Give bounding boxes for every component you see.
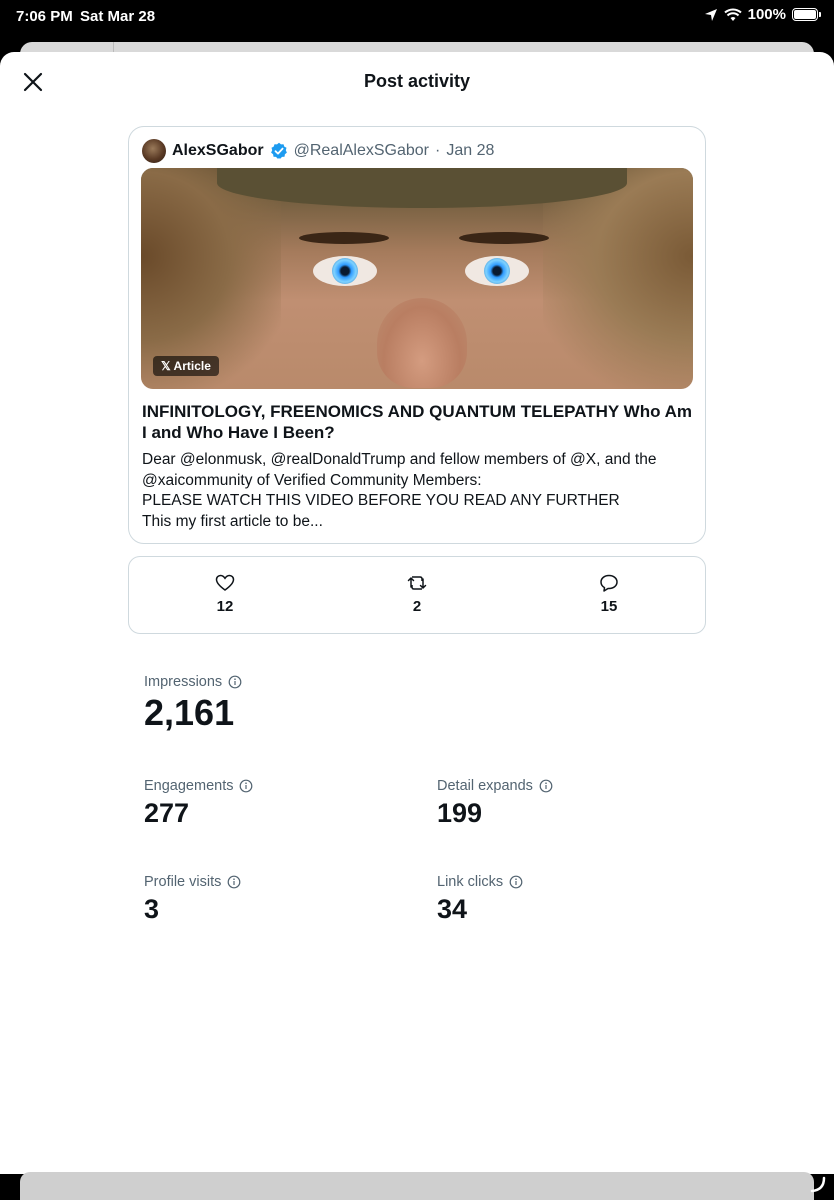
status-indicators: 100% [704, 6, 821, 23]
repost-icon [407, 576, 427, 590]
post-activity-modal: Post activity AlexSGabor @RealAlexSGabor… [0, 52, 834, 1174]
impressions-label: Impressions [144, 674, 242, 690]
engagement-summary: 12 2 15 [128, 556, 706, 634]
reposts-stat[interactable]: 2 [321, 557, 513, 633]
status-bar: 7:06 PM Sat Mar 28 100% [0, 0, 834, 34]
link-clicks-metric: Link clicks 34 [437, 874, 523, 925]
engagements-value: 277 [144, 798, 190, 828]
impressions-label-text: Impressions [144, 674, 223, 690]
post-card[interactable]: AlexSGabor @RealAlexSGabor · Jan 28 𝕏 Ar… [128, 126, 706, 544]
impressions-value: 2,161 [144, 692, 235, 733]
article-badge: 𝕏 Article [153, 356, 219, 376]
likes-count: 12 [216, 598, 234, 615]
replies-count: 15 [600, 598, 618, 615]
post-header: AlexSGabor @RealAlexSGabor · Jan 28 [142, 139, 494, 163]
info-icon[interactable] [509, 875, 523, 889]
preview-line: PLEASE WATCH THIS VIDEO BEFORE YOU READ … [142, 492, 620, 509]
engagements-label-text: Engagements [144, 778, 234, 794]
status-time: 7:06 PM [16, 8, 73, 25]
modal-header: Post activity [0, 52, 834, 112]
article-cover-image[interactable]: 𝕏 Article [141, 168, 693, 389]
location-arrow-icon [704, 8, 717, 21]
info-icon[interactable] [539, 779, 553, 793]
impressions-metric: Impressions 2,161 [144, 674, 242, 734]
detail-expands-metric: Detail expands 199 [437, 778, 553, 829]
engagements-metric: Engagements 277 [144, 778, 253, 829]
background-sheet-bottom [20, 1172, 814, 1200]
author-handle[interactable]: @RealAlexSGabor [294, 142, 429, 160]
link-clicks-label-text: Link clicks [437, 874, 504, 890]
author-name[interactable]: AlexSGabor [172, 142, 264, 160]
link-clicks-value: 34 [437, 894, 468, 924]
info-icon[interactable] [227, 875, 241, 889]
wifi-icon [723, 8, 742, 21]
heart-icon [215, 574, 235, 591]
profile-visits-label: Profile visits [144, 874, 241, 890]
status-date: Sat Mar 28 [80, 8, 156, 25]
profile-visits-label-text: Profile visits [144, 874, 222, 890]
battery-percent: 100% [747, 6, 786, 23]
preview-line: Dear @elonmusk, @realDonaldTrump and fel… [142, 451, 657, 468]
article-title[interactable]: INFINITOLOGY, FREENOMICS AND QUANTUM TEL… [142, 401, 694, 443]
reposts-count: 2 [412, 598, 422, 615]
likes-stat[interactable]: 12 [129, 557, 321, 633]
profile-visits-metric: Profile visits 3 [144, 874, 241, 925]
replies-stat[interactable]: 15 [513, 557, 705, 633]
preview-line: @xaicommunity of Verified Community Memb… [142, 471, 482, 489]
info-icon[interactable] [228, 675, 242, 689]
link-clicks-label: Link clicks [437, 874, 523, 890]
verified-badge-icon [270, 142, 287, 159]
detail-expands-label-text: Detail expands [437, 778, 533, 794]
article-preview: Dear @elonmusk, @realDonaldTrump and fel… [142, 450, 694, 532]
reply-bubble-icon [600, 574, 618, 592]
resize-handle-icon[interactable] [808, 1175, 828, 1195]
detail-expands-value: 199 [437, 798, 483, 828]
info-icon[interactable] [239, 779, 253, 793]
modal-title: Post activity [363, 71, 471, 91]
engagements-label: Engagements [144, 778, 253, 794]
profile-visits-value: 3 [144, 894, 160, 924]
separator-dot: · [435, 142, 441, 159]
post-date[interactable]: Jan 28 [446, 142, 494, 160]
avatar[interactable] [142, 139, 166, 163]
preview-line: This my first article to be... [142, 512, 323, 530]
battery-icon [792, 8, 821, 21]
detail-expands-label: Detail expands [437, 778, 553, 794]
